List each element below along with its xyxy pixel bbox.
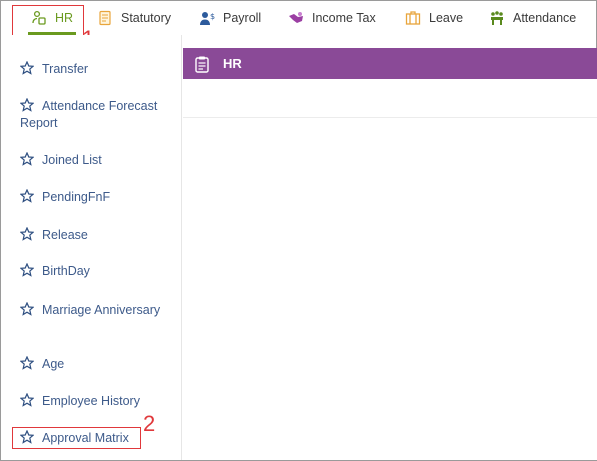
income-tax-icon xyxy=(288,10,304,26)
sidebar-item-label: Joined List xyxy=(42,153,102,167)
sidebar-item-label: Marriage Anniversary xyxy=(42,303,161,317)
sidebar-item-age[interactable]: Age xyxy=(19,355,172,373)
panel-title: HR xyxy=(223,56,242,71)
sidebar-item-marriage-anniversary[interactable]: Marriage Anniversary xyxy=(19,301,172,319)
tab-income-tax-label: Income Tax xyxy=(312,10,376,25)
sidebar-item-birthday[interactable]: BirthDay xyxy=(19,262,172,280)
sidebar-item-pendingfnf[interactable]: PendingFnF xyxy=(19,188,172,206)
tab-leave-label: Leave xyxy=(429,10,464,25)
leave-icon xyxy=(405,10,421,26)
main-content: HR xyxy=(183,48,597,460)
star-icon[interactable] xyxy=(19,355,35,370)
sidebar-item-label: PendingFnF xyxy=(42,190,111,204)
panel-body xyxy=(183,79,597,118)
sidebar-item-attendance-forecast-report[interactable]: Attendance Forecast Report xyxy=(19,97,172,132)
star-icon[interactable] xyxy=(19,301,35,316)
panel-header: HR xyxy=(183,48,597,79)
tab-payroll-label: Payroll xyxy=(223,10,262,25)
statutory-icon xyxy=(97,10,113,26)
annotation-box-2 xyxy=(12,427,141,449)
star-icon[interactable] xyxy=(19,60,35,75)
tab-payroll[interactable]: $ Payroll xyxy=(199,1,261,34)
sidebar-item-release[interactable]: Release xyxy=(19,226,172,244)
tab-income-tax[interactable]: Income Tax xyxy=(288,1,376,34)
star-icon[interactable] xyxy=(19,151,35,166)
tab-attendance-label: Attendance xyxy=(513,10,577,25)
sidebar-item-label: Employee History xyxy=(42,394,140,408)
sidebar-item-joined-list[interactable]: Joined List xyxy=(19,151,172,169)
payroll-icon: $ xyxy=(199,10,215,26)
sidebar-item-employee-history[interactable]: Employee History xyxy=(19,392,172,410)
tab-statutory[interactable]: Statutory xyxy=(97,1,171,34)
tab-leave[interactable]: Leave xyxy=(405,1,463,34)
sidebar-item-label: Age xyxy=(42,357,65,371)
clipboard-icon xyxy=(193,55,211,73)
sidebar-item-label: Release xyxy=(42,228,88,242)
attendance-icon xyxy=(489,10,505,26)
sidebar-item-transfer[interactable]: Transfer xyxy=(19,60,172,78)
tab-statutory-label: Statutory xyxy=(121,10,172,25)
tab-attendance[interactable]: Attendance xyxy=(489,1,576,34)
star-icon[interactable] xyxy=(19,97,35,112)
annotation-number-2: 2 xyxy=(143,411,156,436)
annotation-box-1 xyxy=(12,5,84,38)
star-icon[interactable] xyxy=(19,392,35,407)
sidebar-item-label: Transfer xyxy=(42,62,89,76)
star-icon[interactable] xyxy=(19,262,35,277)
sidebar-item-label: BirthDay xyxy=(42,264,90,278)
star-icon[interactable] xyxy=(19,226,35,241)
sidebar-item-label: Attendance Forecast Report xyxy=(20,99,158,130)
star-icon[interactable] xyxy=(19,188,35,203)
svg-text:$: $ xyxy=(210,12,215,21)
